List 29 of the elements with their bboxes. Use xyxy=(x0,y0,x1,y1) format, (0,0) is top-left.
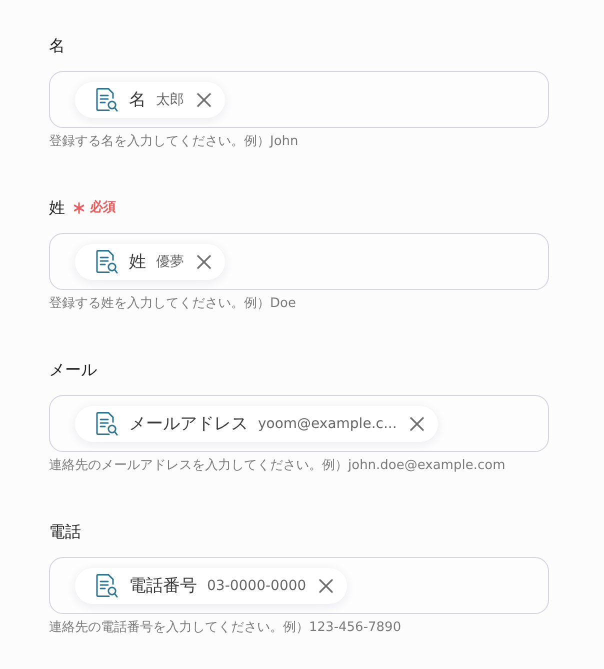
field-label: メール xyxy=(49,359,97,381)
input-field[interactable]: 電話番号 03-0000-0000 xyxy=(49,557,549,614)
document-search-icon xyxy=(96,412,118,436)
variable-name: 名 xyxy=(129,89,146,111)
hint-text: 登録する姓を入力してください。例）Doe xyxy=(49,295,296,312)
required-label: 必須 xyxy=(90,198,116,217)
variable-value: 太郎 xyxy=(156,90,184,108)
field-label: 名 xyxy=(49,35,65,57)
variable-name: 電話番号 xyxy=(129,575,197,597)
close-icon[interactable] xyxy=(319,578,334,592)
variable-value: yoom@example.c... xyxy=(258,416,397,432)
input-field[interactable]: 姓 優夢 xyxy=(49,233,549,290)
close-icon[interactable] xyxy=(197,254,211,268)
close-icon[interactable] xyxy=(197,92,211,106)
variable-name: 姓 xyxy=(129,251,146,273)
document-search-icon xyxy=(96,250,118,274)
input-field[interactable]: 名 太郎 xyxy=(49,71,549,128)
hint-text: 連絡先のメールアドレスを入力してください。例）john.doe@example.com xyxy=(49,457,506,474)
close-icon[interactable] xyxy=(410,416,424,430)
variable-name: メールアドレス xyxy=(129,413,248,435)
hint-text: 連絡先の電話番号を入力してください。例）123-456-7890 xyxy=(49,619,402,636)
variable-value: 優夢 xyxy=(156,252,184,270)
variable-value: 03-0000-0000 xyxy=(207,578,306,594)
document-search-icon xyxy=(96,88,118,112)
document-search-icon xyxy=(96,574,118,598)
input-field[interactable]: メールアドレス yoom@example.c... xyxy=(49,395,549,452)
hint-text: 登録する名を入力してください。例）John xyxy=(49,133,298,150)
field-label: 電話 xyxy=(49,521,81,543)
field-label: 姓 xyxy=(49,197,65,219)
